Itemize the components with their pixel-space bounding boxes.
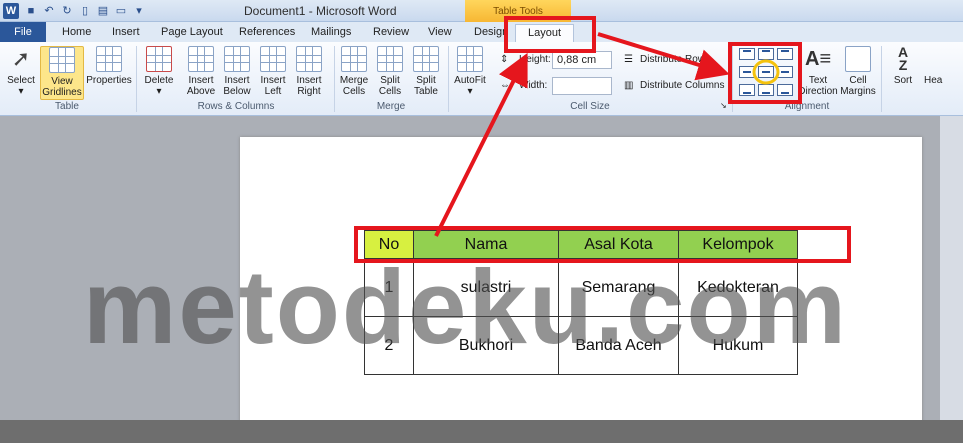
alignment-highlight bbox=[728, 42, 802, 104]
layout-tab-highlight bbox=[504, 16, 596, 53]
repeat-header-rows-button[interactable]: Hea bbox=[924, 46, 963, 86]
rows-columns-group-label: Rows & Columns bbox=[197, 101, 275, 112]
save-icon[interactable]: ■ bbox=[24, 4, 38, 18]
insert-below-button[interactable]: Insert Below bbox=[220, 46, 254, 97]
window-title: Document1 - Microsoft Word bbox=[244, 4, 397, 18]
insert-below-icon bbox=[224, 46, 250, 72]
tab-insert[interactable]: Insert bbox=[112, 24, 140, 42]
width-icon: ⇔ bbox=[500, 80, 510, 91]
customize-toolbar-icon[interactable]: ▾ bbox=[132, 4, 146, 18]
cell-margins-button[interactable]: Cell Margins bbox=[838, 46, 878, 97]
distribute-columns-icon: ▥ bbox=[624, 80, 634, 91]
table-cell[interactable]: 2 bbox=[364, 316, 414, 375]
table-cell[interactable]: Hukum bbox=[678, 316, 798, 375]
table-cell[interactable]: Kedokteran bbox=[678, 258, 798, 317]
table-cell[interactable]: Semarang bbox=[558, 258, 679, 317]
print-preview-icon[interactable]: ▤ bbox=[96, 4, 110, 18]
gridlines-icon bbox=[49, 47, 75, 73]
text-direction-icon: A≡ bbox=[805, 48, 832, 70]
insert-left-button[interactable]: Insert Left bbox=[256, 46, 290, 97]
group-separator bbox=[881, 46, 882, 112]
split-table-icon bbox=[413, 46, 439, 72]
title-bar: W ■ ↶ ↻ ▯ ▤ ▭ ▾ Document1 - Microsoft Wo… bbox=[0, 0, 963, 22]
group-separator bbox=[448, 46, 449, 112]
width-field[interactable] bbox=[552, 77, 612, 95]
redo-icon[interactable]: ↻ bbox=[60, 4, 74, 18]
table-cell[interactable]: Bukhori bbox=[413, 316, 559, 375]
text-direction-button[interactable]: A≡ Text Direction bbox=[798, 46, 838, 97]
height-field[interactable]: 0,88 cm bbox=[552, 51, 612, 69]
insert-above-button[interactable]: Insert Above bbox=[184, 46, 218, 97]
split-cells-button[interactable]: Split Cells bbox=[374, 46, 406, 97]
autofit-icon bbox=[457, 46, 483, 72]
table-row[interactable]: 1 sulastri Semarang Kedokteran bbox=[364, 258, 798, 317]
table-cell[interactable]: Banda Aceh bbox=[558, 316, 679, 375]
status-bar bbox=[0, 420, 963, 443]
insert-left-icon bbox=[260, 46, 286, 72]
insert-above-icon bbox=[188, 46, 214, 72]
merge-cells-icon bbox=[341, 46, 367, 72]
ribbon-tabs: File Home Insert Page Layout References … bbox=[0, 22, 963, 42]
tab-references[interactable]: References bbox=[239, 24, 295, 42]
select-button[interactable]: ➚ Select ▾ bbox=[4, 46, 38, 97]
cursor-icon: ➚ bbox=[11, 46, 31, 71]
insert-right-button[interactable]: Insert Right bbox=[292, 46, 326, 97]
split-table-button[interactable]: Split Table bbox=[410, 46, 442, 97]
properties-icon bbox=[96, 46, 122, 72]
delete-table-icon bbox=[146, 46, 172, 72]
cell-size-launcher-icon[interactable]: ↘ bbox=[720, 101, 727, 110]
ribbon: ➚ Select ▾ View Gridlines Properties Tabl… bbox=[0, 42, 963, 116]
merge-cells-button[interactable]: Merge Cells bbox=[338, 46, 370, 97]
tab-file[interactable]: File bbox=[0, 22, 46, 42]
autofit-button[interactable]: AutoFit ▾ bbox=[452, 46, 488, 97]
sort-az-icon: AZ bbox=[897, 44, 909, 73]
vertical-scrollbar[interactable] bbox=[940, 116, 963, 420]
tab-mailings[interactable]: Mailings bbox=[311, 24, 351, 42]
distribute-rows-button[interactable]: Distribute Rows bbox=[640, 54, 710, 65]
table-row[interactable]: 2 Bukhori Banda Aceh Hukum bbox=[364, 316, 798, 375]
table-group-label: Table bbox=[55, 101, 79, 112]
new-document-icon[interactable]: ▯ bbox=[78, 4, 92, 18]
undo-icon[interactable]: ↶ bbox=[42, 4, 56, 18]
height-icon: ⇕ bbox=[500, 54, 509, 65]
properties-button[interactable]: Properties bbox=[86, 46, 132, 86]
merge-group-label: Merge bbox=[376, 101, 406, 112]
cell-size-group-label: Cell Size bbox=[570, 101, 610, 112]
word-app-icon[interactable]: W bbox=[3, 3, 19, 19]
cell-margins-icon bbox=[845, 46, 871, 72]
tab-review[interactable]: Review bbox=[373, 24, 409, 42]
table-cell[interactable]: sulastri bbox=[413, 258, 559, 317]
group-separator bbox=[334, 46, 335, 112]
width-label: Width: bbox=[519, 80, 548, 91]
quick-access-toolbar: ■ ↶ ↻ ▯ ▤ ▭ ▾ bbox=[24, 3, 146, 19]
sort-button[interactable]: AZ Sort bbox=[886, 44, 920, 86]
delete-button[interactable]: Delete ▾ bbox=[140, 46, 178, 97]
distribute-rows-icon: ☰ bbox=[624, 54, 633, 65]
height-label: Height: bbox=[519, 54, 551, 65]
header-row-highlight bbox=[354, 226, 851, 263]
group-separator bbox=[136, 46, 137, 112]
tab-home[interactable]: Home bbox=[62, 24, 91, 42]
open-icon[interactable]: ▭ bbox=[114, 4, 128, 18]
view-gridlines-button[interactable]: View Gridlines bbox=[40, 46, 84, 100]
split-cells-icon bbox=[377, 46, 403, 72]
insert-right-icon bbox=[296, 46, 322, 72]
distribute-columns-button[interactable]: Distribute Columns bbox=[640, 80, 724, 91]
table-cell[interactable]: 1 bbox=[364, 258, 414, 317]
tab-page-layout[interactable]: Page Layout bbox=[161, 24, 223, 42]
tab-view[interactable]: View bbox=[428, 24, 452, 42]
